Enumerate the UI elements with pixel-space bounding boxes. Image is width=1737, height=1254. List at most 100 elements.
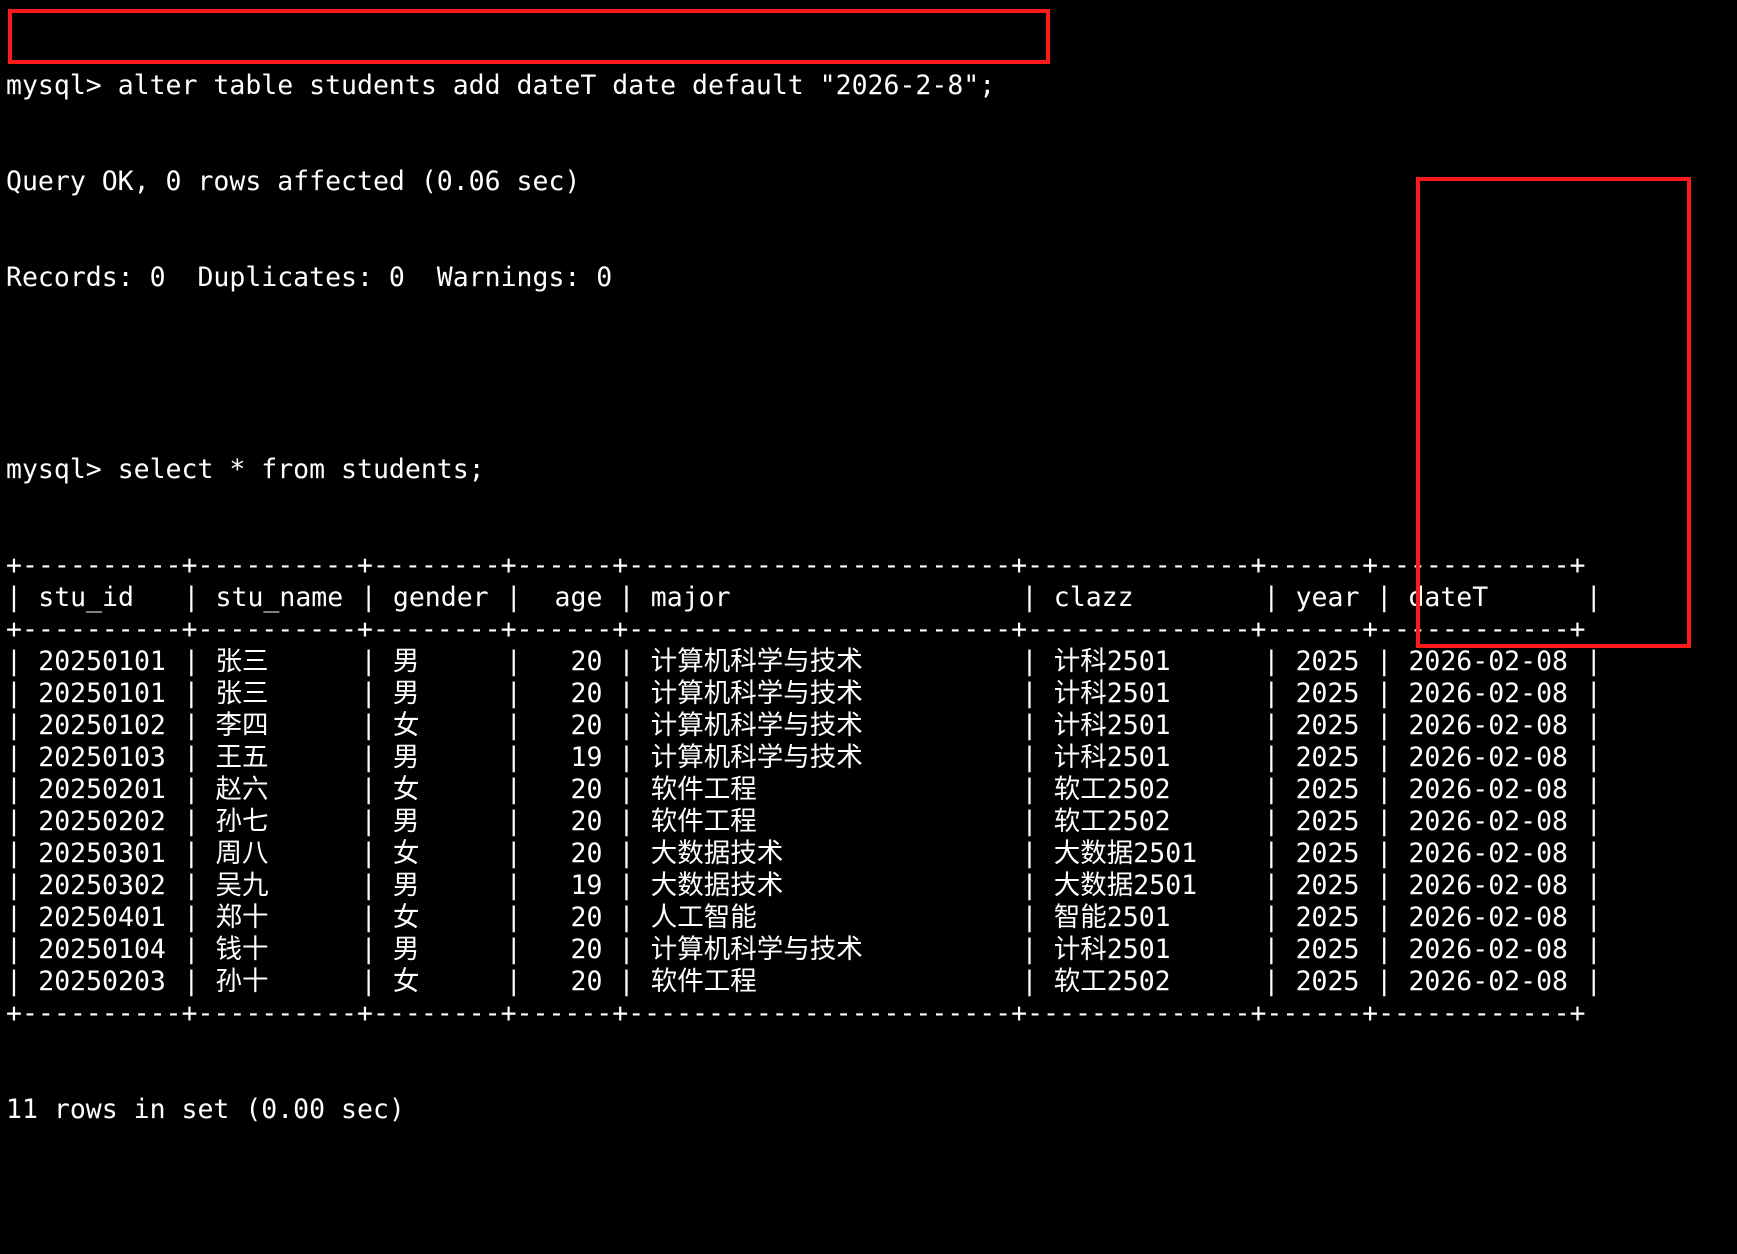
column-separator: | bbox=[618, 582, 635, 613]
table-cell-age: 20 bbox=[570, 774, 603, 805]
column-separator: | bbox=[505, 838, 522, 869]
alter-command: alter table students add dateT date defa… bbox=[117, 70, 996, 101]
column-separator: | bbox=[183, 774, 200, 805]
column-separator: | bbox=[360, 966, 377, 997]
column-separator: | bbox=[505, 870, 522, 901]
table-cell-major: 软件工程 bbox=[650, 774, 757, 805]
column-separator: | bbox=[183, 742, 200, 773]
column-separator: | bbox=[1263, 742, 1280, 773]
column-separator: | bbox=[1585, 966, 1602, 997]
table-cell-clazz: 大数据2501 bbox=[1053, 838, 1198, 869]
column-separator: | bbox=[1376, 806, 1393, 837]
table-cell-datet: 2026-02-08 bbox=[1408, 742, 1568, 773]
column-separator: | bbox=[1376, 678, 1393, 709]
column-separator: | bbox=[6, 838, 22, 869]
column-separator: | bbox=[6, 742, 22, 773]
table-cell-clazz: 计科2501 bbox=[1053, 742, 1171, 773]
terminal-window[interactable]: mysql> alter table students add dateT da… bbox=[6, 6, 1731, 1125]
column-separator: | bbox=[1021, 742, 1038, 773]
table-cell-major: major bbox=[650, 582, 731, 613]
column-separator: | bbox=[618, 934, 635, 965]
table-row: | | | | | | | | | 20250202 孙七 男 20 软件工程 软工2502 2025 2026… bbox=[6, 806, 1731, 838]
table-cell-stu-id: 20250103 bbox=[38, 742, 166, 773]
column-separator: | bbox=[1021, 774, 1038, 805]
table-cell-stu-name: 孙七 bbox=[215, 806, 269, 837]
column-separator: | bbox=[1021, 934, 1038, 965]
table-cell-age: 20 bbox=[570, 806, 603, 837]
column-separator: | bbox=[1585, 934, 1602, 965]
prompt: mysql> bbox=[6, 454, 118, 485]
column-separator: | bbox=[360, 582, 377, 613]
column-separator: | bbox=[1376, 774, 1393, 805]
column-separator: | bbox=[505, 774, 522, 805]
table-cell-stu-name: 钱十 bbox=[215, 934, 269, 965]
table-row: | | | | | | | | | 20250102 李四 女 20 计算机科学与技术 计科2501 2025… bbox=[6, 710, 1731, 742]
table-cell-stu-name: 王五 bbox=[215, 742, 269, 773]
table-cell-year: 2025 bbox=[1295, 838, 1360, 869]
column-separator: | bbox=[505, 742, 522, 773]
column-separator: | bbox=[360, 870, 377, 901]
column-separator: | bbox=[1376, 646, 1393, 677]
table-cell-gender: 男 bbox=[392, 870, 420, 901]
column-separator: | bbox=[183, 646, 200, 677]
column-separator: | bbox=[618, 710, 635, 741]
column-separator: | bbox=[1585, 806, 1602, 837]
table-border-header: +----------+----------+--------+------+-… bbox=[6, 614, 1586, 645]
table-cell-stu-id: 20250401 bbox=[38, 902, 166, 933]
table-cell-datet: 2026-02-08 bbox=[1408, 870, 1568, 901]
column-separator: | bbox=[1021, 710, 1038, 741]
column-separator: | bbox=[6, 934, 22, 965]
column-separator: | bbox=[1585, 742, 1602, 773]
column-separator: | bbox=[618, 774, 635, 805]
table-cell-major: 计算机科学与技术 bbox=[650, 678, 863, 709]
table-cell-major: 软件工程 bbox=[650, 966, 757, 997]
column-separator: | bbox=[1376, 934, 1393, 965]
table-cell-stu-id: 20250301 bbox=[38, 838, 166, 869]
column-separator: | bbox=[360, 710, 377, 741]
table-cell-stu-id: 20250104 bbox=[38, 934, 166, 965]
column-separator: | bbox=[618, 902, 635, 933]
table-border-top: +----------+----------+--------+------+-… bbox=[6, 550, 1586, 581]
column-separator: | bbox=[618, 646, 635, 677]
table-cell-clazz: 计科2501 bbox=[1053, 646, 1171, 677]
table-cell-clazz: 软工2502 bbox=[1053, 806, 1171, 837]
table-cell-stu-id: 20250302 bbox=[38, 870, 166, 901]
table-cell-datet: 2026-02-08 bbox=[1408, 934, 1568, 965]
table-cell-datet: 2026-02-08 bbox=[1408, 710, 1568, 741]
column-separator: | bbox=[1021, 902, 1038, 933]
column-separator: | bbox=[1263, 838, 1280, 869]
column-separator: | bbox=[183, 710, 200, 741]
table-cell-datet: dateT bbox=[1408, 582, 1489, 613]
column-separator: | bbox=[1021, 806, 1038, 837]
table-cell-stu-id: 20250203 bbox=[38, 966, 166, 997]
table-cell-major: 大数据技术 bbox=[650, 838, 784, 869]
table-cell-gender: 女 bbox=[392, 710, 420, 741]
table-cell-clazz: clazz bbox=[1053, 582, 1134, 613]
table-cell-year: 2025 bbox=[1295, 966, 1360, 997]
result-table: +----------+----------+--------+------+-… bbox=[6, 550, 1731, 1030]
table-row: | | | | | | | | | 20250101 张三 男 20 计算机科学与技术 计科2501 2025… bbox=[6, 678, 1731, 710]
table-cell-gender: gender bbox=[392, 582, 489, 613]
table-cell-stu-name: 张三 bbox=[215, 646, 269, 677]
table-cell-stu-name: 李四 bbox=[215, 710, 269, 741]
column-separator: | bbox=[360, 838, 377, 869]
table-cell-gender: 男 bbox=[392, 678, 420, 709]
table-cell-stu-name: 张三 bbox=[215, 678, 269, 709]
table-cell-datet: 2026-02-08 bbox=[1408, 838, 1568, 869]
column-separator: | bbox=[1585, 870, 1602, 901]
table-row: | | | | | | | | | 20250301 周八 女 20 大数据技术 大数据2501 2025 20… bbox=[6, 838, 1731, 870]
column-separator: | bbox=[618, 806, 635, 837]
column-separator: | bbox=[1376, 742, 1393, 773]
column-separator: | bbox=[1021, 678, 1038, 709]
select-result-line: 11 rows in set (0.00 sec) bbox=[6, 1094, 405, 1125]
column-separator: | bbox=[1021, 966, 1038, 997]
column-separator: | bbox=[360, 678, 377, 709]
table-cell-age: 20 bbox=[570, 646, 603, 677]
column-separator: | bbox=[618, 742, 635, 773]
table-cell-year: 2025 bbox=[1295, 646, 1360, 677]
column-separator: | bbox=[360, 934, 377, 965]
column-separator: | bbox=[183, 870, 200, 901]
table-border-bottom: +----------+----------+--------+------+-… bbox=[6, 998, 1586, 1029]
column-separator: | bbox=[6, 646, 22, 677]
column-separator: | bbox=[6, 870, 22, 901]
